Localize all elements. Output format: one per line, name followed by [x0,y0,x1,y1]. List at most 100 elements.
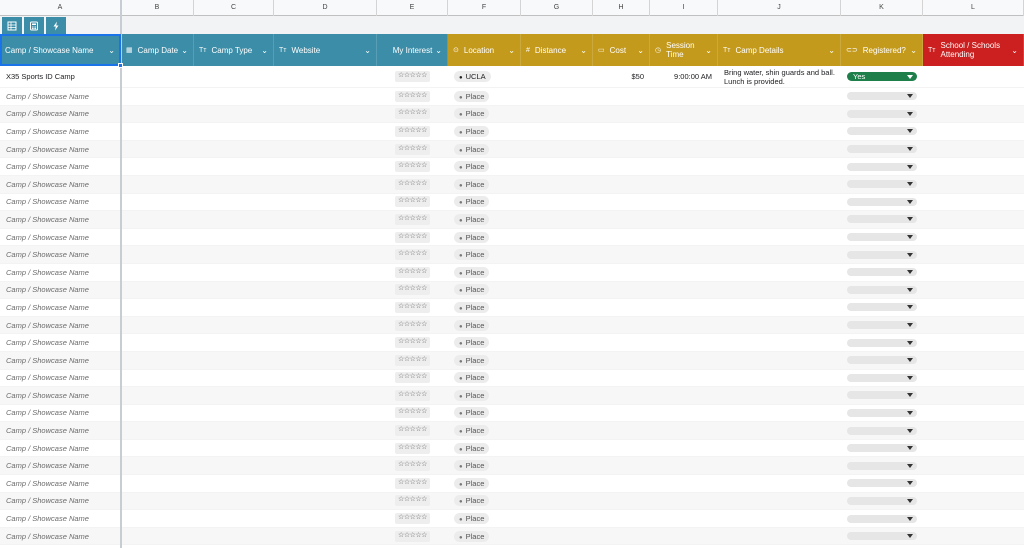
place-chip[interactable]: ● Place [454,354,490,366]
camp-details-cell[interactable] [718,510,841,527]
camp-name-cell[interactable]: Camp / Showcase Name [0,123,121,140]
column-letter-e[interactable]: E [377,0,448,16]
place-chip[interactable]: ● Place [454,372,490,384]
column-header-6[interactable]: ⊙ Location ⌄ [448,34,521,66]
registered-dropdown[interactable] [847,109,917,118]
session-time-cell[interactable] [650,246,718,263]
registered-dropdown[interactable]: Yes [847,72,917,81]
interest-rating-cell[interactable]: ☆☆☆☆☆ [377,475,448,492]
camp-type-cell[interactable] [194,510,274,527]
place-chip[interactable]: ● Place [454,266,490,278]
calculator-icon[interactable] [24,17,44,34]
cost-cell[interactable]: $50 [593,66,650,87]
registered-cell[interactable] [841,510,923,527]
website-cell[interactable] [274,405,377,422]
website-cell[interactable] [274,334,377,351]
camp-details-cell[interactable]: Bring water, shin guards and ball. Lunch… [718,66,841,87]
camp-name-cell[interactable]: Camp / Showcase Name [0,370,121,387]
camp-date-cell[interactable] [121,299,194,316]
website-cell[interactable] [274,352,377,369]
camp-type-cell[interactable] [194,299,274,316]
camp-type-cell[interactable] [194,66,274,87]
registered-dropdown[interactable] [847,338,917,347]
chevron-down-icon[interactable]: ⌄ [910,46,917,55]
interest-rating-cell[interactable]: ☆☆☆☆☆ [377,264,448,281]
camp-name-cell[interactable]: Camp / Showcase Name [0,229,121,246]
school-cell[interactable] [923,194,1024,211]
camp-date-cell[interactable] [121,106,194,123]
website-cell[interactable] [274,211,377,228]
camp-name-cell[interactable]: Camp / Showcase Name [0,352,121,369]
cost-cell[interactable] [593,141,650,158]
camp-date-cell[interactable] [121,66,194,87]
camp-name-cell[interactable]: Camp / Showcase Name [0,440,121,457]
session-time-cell[interactable] [650,211,718,228]
chevron-down-icon[interactable]: ⌄ [508,46,515,55]
session-time-cell[interactable] [650,123,718,140]
registered-cell[interactable] [841,282,923,299]
school-cell[interactable] [923,510,1024,527]
distance-cell[interactable] [521,457,593,474]
camp-type-cell[interactable] [194,88,274,105]
camp-type-cell[interactable] [194,211,274,228]
session-time-cell[interactable] [650,440,718,457]
column-header-7[interactable]: # Distance ⌄ [521,34,593,66]
session-time-cell[interactable] [650,158,718,175]
interest-rating-cell[interactable]: ☆☆☆☆☆ [377,422,448,439]
cost-cell[interactable] [593,528,650,545]
camp-name-cell[interactable]: Camp / Showcase Name [0,106,121,123]
registered-cell[interactable] [841,370,923,387]
session-time-cell[interactable] [650,457,718,474]
camp-type-cell[interactable] [194,493,274,510]
camp-details-cell[interactable] [718,106,841,123]
registered-cell[interactable] [841,387,923,404]
registered-dropdown[interactable] [847,373,917,382]
school-cell[interactable] [923,493,1024,510]
camp-type-cell[interactable] [194,334,274,351]
chevron-down-icon[interactable]: ⌄ [108,46,115,55]
registered-dropdown[interactable] [847,285,917,294]
website-cell[interactable] [274,440,377,457]
school-cell[interactable] [923,422,1024,439]
interest-rating-cell[interactable]: ☆☆☆☆☆ [377,158,448,175]
cost-cell[interactable] [593,158,650,175]
camp-type-cell[interactable] [194,246,274,263]
location-cell[interactable]: ● Place [448,387,521,404]
distance-cell[interactable] [521,299,593,316]
website-cell[interactable] [274,106,377,123]
session-time-cell[interactable] [650,264,718,281]
place-chip[interactable]: ● UCLA [454,71,491,82]
camp-name-cell[interactable]: Camp / Showcase Name [0,405,121,422]
registered-cell[interactable] [841,457,923,474]
registered-cell[interactable] [841,246,923,263]
website-cell[interactable] [274,493,377,510]
place-chip[interactable]: ● Place [454,337,490,349]
place-chip[interactable]: ● Place [454,178,490,190]
column-letter-c[interactable]: C [194,0,274,16]
interest-rating-cell[interactable]: ☆☆☆☆☆ [377,510,448,527]
camp-name-cell[interactable]: Camp / Showcase Name [0,282,121,299]
camp-type-cell[interactable] [194,282,274,299]
cost-cell[interactable] [593,176,650,193]
camp-details-cell[interactable] [718,246,841,263]
camp-details-cell[interactable] [718,141,841,158]
camp-name-cell[interactable]: X35 Sports ID Camp [0,66,121,87]
distance-cell[interactable] [521,229,593,246]
school-cell[interactable] [923,352,1024,369]
session-time-cell[interactable] [650,141,718,158]
place-chip[interactable]: ● Place [454,161,490,173]
interest-rating-cell[interactable]: ☆☆☆☆☆ [377,493,448,510]
location-cell[interactable]: ● Place [448,211,521,228]
session-time-cell[interactable] [650,194,718,211]
registered-cell[interactable] [841,352,923,369]
registered-dropdown[interactable] [847,250,917,259]
school-cell[interactable] [923,440,1024,457]
registered-cell[interactable] [841,211,923,228]
chevron-down-icon[interactable]: ⌄ [705,46,712,55]
cost-cell[interactable] [593,317,650,334]
column-header-8[interactable]: ▭ Cost ⌄ [593,34,650,66]
school-cell[interactable] [923,528,1024,545]
cost-cell[interactable] [593,510,650,527]
registered-cell[interactable]: Yes [841,66,923,87]
website-cell[interactable] [274,528,377,545]
